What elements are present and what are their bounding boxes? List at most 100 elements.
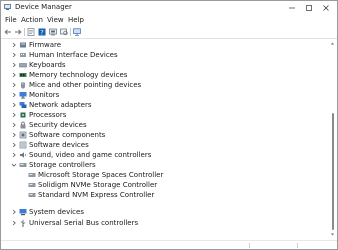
tree-item-software-components[interactable]: Software components (1, 130, 327, 140)
help-icon[interactable]: ? (38, 28, 46, 36)
tree-item-software-devices[interactable]: Software devices (1, 140, 327, 150)
chevron-right-icon[interactable] (11, 122, 17, 128)
chevron-right-icon[interactable] (11, 52, 17, 58)
chevron-right-icon[interactable] (11, 102, 17, 108)
tree-child-microsoft-storage-spaces[interactable]: Microsoft Storage Spaces Controller (1, 170, 327, 180)
tree-item-sound-video-game[interactable]: Sound, video and game controllers (1, 150, 327, 160)
tree-item-label: Standard NVM Express Controller (38, 191, 155, 199)
update-driver-icon[interactable] (49, 28, 57, 36)
chevron-right-icon[interactable] (11, 62, 17, 68)
chevron-right-icon[interactable] (11, 132, 17, 138)
tree-item-security-devices[interactable]: Security devices (1, 120, 327, 130)
scroll-down-icon[interactable] (330, 232, 335, 237)
tree-item-label: Keyboards (29, 61, 66, 69)
toolbar: ? (1, 26, 337, 39)
back-arrow-icon[interactable] (4, 28, 12, 36)
maximize-button[interactable] (302, 2, 316, 13)
status-divider (297, 243, 298, 248)
tree-item-label: Network adapters (29, 101, 92, 109)
tree-item-label: Storage controllers (29, 161, 96, 169)
system-device-icon (19, 209, 27, 216)
usb-icon (20, 219, 26, 227)
tree-child-standard-nvm-express[interactable]: Standard NVM Express Controller (1, 190, 327, 200)
device-tree: Firmware Human Interface Devices Keyboar… (1, 40, 327, 239)
tree-item-usb-controllers[interactable]: Universal Serial Bus controllers (1, 218, 327, 228)
storage-device-icon (28, 183, 36, 187)
sound-icon (20, 152, 26, 158)
tree-item-memory-technology-devices[interactable]: Memory technology devices (1, 70, 327, 80)
status-divider (249, 243, 250, 248)
processor-icon (20, 112, 26, 118)
minimize-button[interactable] (285, 2, 299, 13)
tree-item-network-adapters[interactable]: Network adapters (1, 100, 327, 110)
menu-file[interactable]: File (5, 15, 17, 25)
chevron-right-icon[interactable] (11, 209, 17, 215)
tree-item-label: Software devices (29, 141, 89, 149)
software-device-icon (19, 141, 27, 149)
chevron-right-icon[interactable] (11, 72, 17, 78)
hid-icon (20, 53, 26, 57)
storage-device-icon (28, 173, 36, 177)
scan-hardware-icon[interactable] (60, 28, 68, 36)
chevron-right-icon[interactable] (11, 152, 17, 158)
tree-item-label: Processors (29, 111, 67, 119)
tree-item-label: Microsoft Storage Spaces Controller (38, 171, 164, 179)
chevron-right-icon[interactable] (11, 82, 17, 88)
window-title: Device Manager (15, 3, 72, 11)
minimize-icon (289, 7, 295, 8)
security-icon (20, 121, 26, 129)
monitor-icon (19, 92, 27, 99)
menu-bar: File Action View Help (1, 15, 337, 25)
firmware-icon (20, 42, 26, 48)
device-manager-window: Device Manager File Action View Help ? F… (0, 0, 338, 250)
svg-text:?: ? (40, 29, 43, 37)
toolbar-separator (70, 28, 71, 36)
tree-item-processors[interactable]: Processors (1, 110, 327, 120)
software-component-icon (19, 131, 27, 139)
tree-item-label: System devices (29, 208, 84, 216)
tree-item-label: Firmware (29, 41, 62, 49)
storage-device-icon (28, 193, 36, 197)
menu-view[interactable]: View (47, 15, 64, 25)
scroll-up-icon[interactable] (330, 41, 335, 46)
tree-item-label: Monitors (29, 91, 60, 99)
forward-arrow-icon[interactable] (14, 28, 22, 36)
monitor-icon[interactable] (73, 28, 81, 36)
tree-item-human-interface-devices[interactable]: Human Interface Devices (1, 50, 327, 60)
tree-item-mice[interactable]: Mice and other pointing devices (1, 80, 327, 90)
close-icon (323, 4, 329, 11)
scrollbar-thumb[interactable] (332, 113, 334, 230)
mouse-icon (21, 82, 25, 89)
tree-item-label: Universal Serial Bus controllers (29, 219, 139, 227)
toolbar-separator (24, 28, 25, 36)
tree-item-label: Memory technology devices (29, 71, 128, 79)
tree-item-label: Solidigm NVMe Storage Controller (38, 181, 158, 189)
status-bar (1, 240, 337, 250)
maximize-icon (306, 4, 312, 11)
tree-item-system-devices[interactable]: System devices (1, 207, 327, 217)
chevron-right-icon[interactable] (11, 92, 17, 98)
chevron-right-icon[interactable] (11, 220, 17, 226)
tree-item-label: Software components (29, 131, 106, 139)
tree-item-storage-controllers[interactable]: Storage controllers (1, 160, 327, 170)
close-button[interactable] (319, 2, 333, 13)
tree-item-firmware[interactable]: Firmware (1, 40, 327, 50)
tree-child-solidigm-nvme[interactable]: Solidigm NVMe Storage Controller (1, 180, 327, 190)
chevron-right-icon[interactable] (11, 112, 17, 118)
tree-item-label: Mice and other pointing devices (29, 81, 142, 89)
chevron-right-icon[interactable] (11, 42, 17, 48)
tree-item-monitors[interactable]: Monitors (1, 90, 327, 100)
memory-icon (19, 73, 27, 77)
tree-item-label: Sound, video and game controllers (29, 151, 152, 159)
tree-item-label: Security devices (29, 121, 87, 129)
tree-item-keyboards[interactable]: Keyboards (1, 60, 327, 70)
keyboard-icon (19, 63, 27, 68)
tree-item-label: Human Interface Devices (29, 51, 118, 59)
properties-icon[interactable] (27, 28, 35, 36)
menu-help[interactable]: Help (68, 15, 84, 25)
menu-action[interactable]: Action (21, 15, 43, 25)
chevron-right-icon[interactable] (11, 142, 17, 148)
device-manager-app-icon (4, 4, 11, 10)
chevron-down-icon[interactable] (11, 162, 17, 168)
title-bar: Device Manager (1, 1, 337, 14)
